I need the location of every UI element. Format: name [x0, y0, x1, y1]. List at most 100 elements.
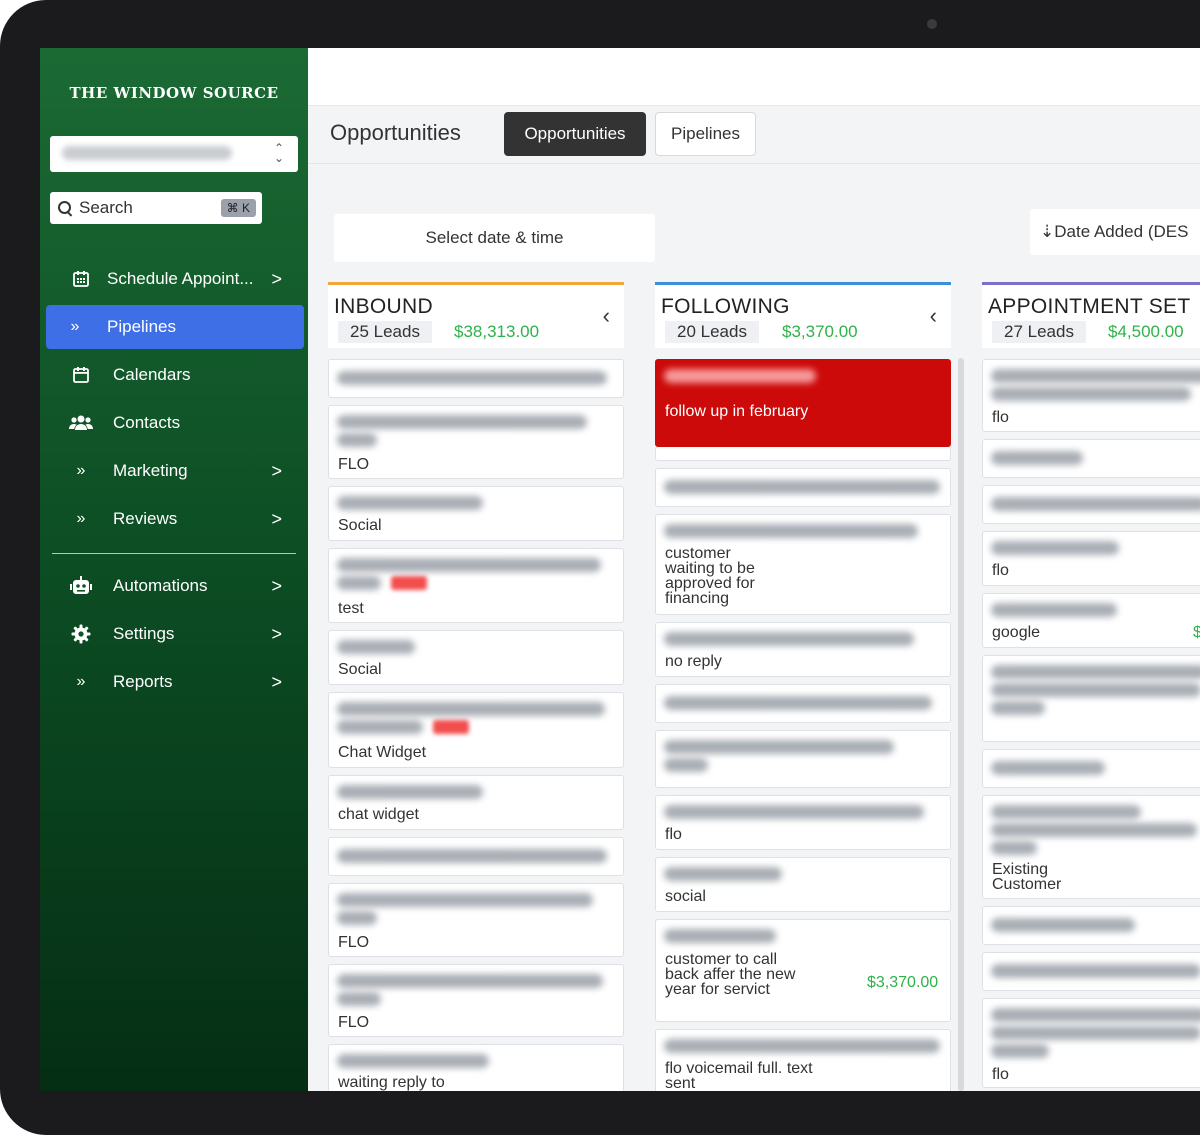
contact-name-redacted [337, 785, 483, 799]
contact-name-redacted [991, 369, 1200, 383]
chevron-right-icon: > [271, 575, 282, 596]
opportunity-card[interactable] [328, 837, 624, 876]
opportunity-card[interactable]: Social [328, 630, 624, 685]
double-chevron-icon: » [76, 510, 86, 527]
opportunity-card[interactable]: google $ [982, 593, 1200, 648]
opportunity-card[interactable] [982, 485, 1200, 524]
contact-name-redacted [337, 433, 377, 447]
opportunity-card[interactable]: Existing Customer [982, 795, 1200, 899]
sidebar-item-reviews[interactable]: » Reviews > [40, 497, 308, 541]
double-chevron-icon: » [70, 318, 80, 335]
opportunity-card[interactable]: customer to call back affer the new year… [655, 919, 951, 1022]
opportunity-card[interactable] [655, 684, 951, 723]
card-source: flo voicemail full. text sent [665, 1060, 813, 1092]
contact-name-redacted [991, 1008, 1200, 1022]
opportunity-card[interactable] [982, 655, 1200, 742]
contact-name-redacted [991, 541, 1119, 555]
sidebar-item-marketing[interactable]: » Marketing > [40, 449, 308, 493]
card-source: google [992, 624, 1041, 641]
card-source: no reply [665, 653, 722, 670]
contact-name-redacted [337, 911, 377, 925]
opportunity-card[interactable] [655, 730, 951, 788]
opportunity-card[interactable] [982, 952, 1200, 991]
collapse-column-icon[interactable]: ‹ [930, 303, 937, 329]
opportunity-card[interactable]: Chat Widget [328, 692, 624, 768]
contact-name-redacted [337, 640, 415, 654]
contact-name-redacted [664, 805, 924, 819]
opportunity-card[interactable]: social [655, 857, 951, 912]
opportunity-card[interactable]: flo [982, 531, 1200, 586]
column-scrollbar[interactable] [958, 358, 964, 1091]
sidebar-item-calendars[interactable]: Calendars [40, 353, 308, 397]
opportunity-card[interactable]: customer waiting to be approved for fina… [655, 514, 951, 615]
sidebar-item-label: Schedule Appoint... [107, 269, 254, 288]
contact-name-redacted [991, 603, 1117, 617]
sort-dropdown[interactable]: ⇣Date Added (DES [1030, 209, 1200, 255]
card-source: FLO [338, 456, 370, 473]
tab-pipelines[interactable]: Pipelines [655, 112, 756, 156]
contact-name-redacted [664, 1039, 940, 1053]
sidebar-item-reports[interactable]: » Reports > [40, 660, 308, 704]
contact-name-redacted [337, 720, 423, 734]
contact-name-redacted [664, 480, 940, 494]
opportunity-card[interactable]: FLO [328, 405, 624, 479]
location-switcher[interactable]: ⌃ ⌄ [50, 136, 298, 172]
opportunity-card-highlighted[interactable]: follow up in february [655, 359, 951, 447]
column-header: FOLLOWING 20 Leads $3,370.00 ‹ [655, 282, 951, 348]
opportunity-card[interactable]: waiting reply to [328, 1044, 624, 1091]
contact-name-redacted [337, 576, 381, 590]
opportunity-card[interactable]: FLO [328, 964, 624, 1037]
lead-count-badge: 25 Leads [338, 321, 432, 343]
card-source: FLO [338, 934, 370, 951]
opportunity-card[interactable]: flo [982, 359, 1200, 432]
page-header: Opportunities Opportunities Pipelines [308, 106, 1200, 164]
contact-name-redacted [991, 1044, 1049, 1058]
column-title: INBOUND [334, 295, 433, 318]
app-screen: THE WINDOW SOURCE ⌃ ⌄ Search ⌘ K Schedule… [40, 48, 1200, 1091]
card-source: waiting reply to [338, 1074, 445, 1091]
opportunity-card[interactable] [655, 468, 951, 507]
opportunity-card[interactable]: FLO [328, 883, 624, 957]
opportunity-card[interactable]: flo [982, 998, 1200, 1088]
calendar-grid-icon [69, 268, 93, 290]
contact-name-redacted [337, 1054, 489, 1068]
contact-name-redacted [664, 632, 914, 646]
tab-opportunities[interactable]: Opportunities [504, 112, 646, 156]
opportunity-card[interactable]: test [328, 548, 624, 623]
opportunity-card[interactable]: Social [328, 486, 624, 541]
card-source: Social [338, 661, 382, 678]
contact-name-redacted [337, 893, 593, 907]
opportunity-card[interactable] [982, 906, 1200, 945]
sidebar-item-label: Calendars [113, 365, 191, 384]
contact-name-redacted [991, 823, 1197, 837]
sidebar-item-pipelines[interactable]: » Pipelines [46, 305, 304, 349]
date-range-picker[interactable]: Select date & time [334, 214, 655, 262]
card-source: FLO [338, 1014, 370, 1031]
lead-count-badge: 20 Leads [665, 321, 759, 343]
column-title: APPOINTMENT SET [988, 295, 1191, 318]
sidebar-item-automations[interactable]: Automations > [40, 564, 308, 608]
contact-name-redacted [991, 1026, 1200, 1040]
sidebar-item-contacts[interactable]: Contacts [40, 401, 308, 445]
opportunity-card[interactable] [982, 439, 1200, 478]
contact-name-redacted [991, 387, 1191, 401]
search-input[interactable]: Search ⌘ K [50, 192, 262, 224]
sidebar-item-schedule-appointment[interactable]: Schedule Appoint... > [40, 257, 308, 301]
collapse-column-icon[interactable]: ‹ [603, 303, 610, 329]
card-amount: $3,370.00 [867, 974, 939, 991]
opportunity-card[interactable]: flo [655, 795, 951, 850]
contact-name-redacted [337, 992, 381, 1006]
opportunity-card[interactable] [328, 359, 624, 398]
opportunity-card[interactable]: no reply [655, 622, 951, 677]
sidebar-divider [52, 553, 296, 554]
opportunity-card[interactable]: flo voicemail full. text sent [655, 1029, 951, 1091]
contact-name-redacted [337, 496, 483, 510]
opportunity-card[interactable]: chat widget [328, 775, 624, 830]
sidebar-item-settings[interactable]: Settings > [40, 612, 308, 656]
opportunity-card-footer [655, 447, 951, 461]
status-badge [433, 720, 469, 734]
contact-name-redacted [337, 558, 601, 572]
contact-name-redacted [664, 696, 932, 710]
chevron-right-icon: > [271, 460, 282, 481]
opportunity-card[interactable] [982, 749, 1200, 788]
